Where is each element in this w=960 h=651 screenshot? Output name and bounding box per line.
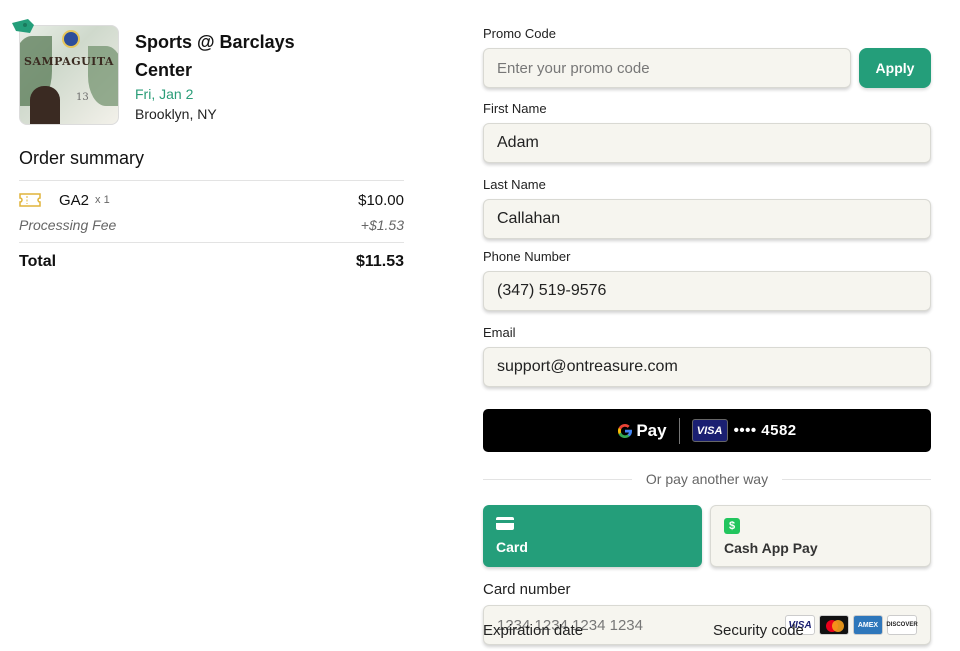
order-summary-title: Order summary — [19, 148, 145, 168]
expiry-security-labels: Expiration date Security code — [483, 622, 931, 639]
apply-button[interactable]: Apply — [859, 48, 931, 88]
fee-label: Processing Fee — [19, 217, 117, 233]
expiration-label: Expiration date — [483, 622, 584, 639]
event-header: SAMPAGUITA 13 Sports @ Barclays Center F… — [12, 19, 404, 126]
total-label: Total — [19, 253, 57, 270]
card-method-tab[interactable]: Card — [483, 505, 702, 567]
or-text: Or pay another way — [645, 471, 769, 487]
seal-icon — [62, 30, 80, 48]
ticket-icon — [19, 193, 41, 207]
item-name: GA2 — [59, 191, 90, 209]
saved-card-number: •••• 4582 — [733, 422, 797, 439]
visa-card-icon: VISA — [691, 419, 728, 442]
last-name-label: Last Name — [483, 177, 546, 192]
event-info: Sports @ Barclays Center Fri, Jan 2 Broo… — [135, 28, 335, 122]
image-title: SAMPAGUITA — [24, 55, 114, 68]
email-input[interactable]: support@ontreasure.com — [483, 347, 931, 387]
cash-app-method-tab[interactable]: $ Cash App Pay — [710, 505, 931, 567]
promo-code-label: Promo Code — [483, 26, 556, 41]
event-location: Brooklyn, NY — [135, 106, 217, 122]
event-date: Fri, Jan 2 — [135, 86, 194, 102]
order-line-item: GA2 x 1 $10.00 — [19, 189, 404, 211]
cash-app-icon: $ — [724, 518, 740, 534]
google-pay-logo: Pay — [617, 420, 667, 441]
first-name-label: First Name — [483, 101, 547, 116]
item-quantity: x 1 — [95, 194, 110, 206]
fee-value: +$1.53 — [360, 217, 404, 233]
credit-card-icon — [496, 517, 514, 530]
processing-fee-line: Processing Fee +$1.53 — [19, 214, 404, 236]
security-code-label: Security code — [713, 622, 804, 639]
google-pay-label: Pay — [636, 420, 667, 440]
total-value: $11.53 — [355, 253, 404, 270]
total-line: Total $11.53 — [19, 251, 404, 273]
item-price: $10.00 — [358, 191, 404, 209]
person-illustration — [30, 86, 60, 124]
divider — [19, 242, 404, 243]
promo-row: Enter your promo code Apply — [483, 48, 931, 88]
email-label: Email — [483, 325, 516, 340]
card-method-label: Card — [496, 539, 528, 555]
google-g-icon — [618, 423, 633, 438]
separator — [678, 417, 680, 444]
cash-app-method-label: Cash App Pay — [724, 540, 818, 556]
promo-code-input[interactable]: Enter your promo code — [483, 48, 851, 88]
phone-number-label: Phone Number — [483, 249, 571, 264]
divider — [19, 180, 404, 181]
payment-methods: Card $ Cash App Pay — [483, 505, 931, 567]
first-name-input[interactable]: Adam — [483, 123, 931, 163]
ticket-badge-icon — [12, 19, 34, 33]
order-panel: SAMPAGUITA 13 Sports @ Barclays Center F… — [12, 19, 404, 273]
image-number: 13 — [76, 92, 89, 103]
phone-number-input[interactable]: (347) 519-9576 — [483, 271, 931, 311]
or-divider: Or pay another way — [483, 471, 932, 487]
card-number-label: Card number — [483, 581, 571, 598]
event-title: Sports @ Barclays Center — [135, 32, 295, 80]
checkout-form: Promo Code Enter your promo code Apply F… — [483, 26, 932, 645]
event-image: SAMPAGUITA 13 — [19, 25, 119, 125]
last-name-input[interactable]: Callahan — [483, 199, 931, 239]
google-pay-button[interactable]: Pay VISA •••• 4582 — [483, 409, 931, 452]
